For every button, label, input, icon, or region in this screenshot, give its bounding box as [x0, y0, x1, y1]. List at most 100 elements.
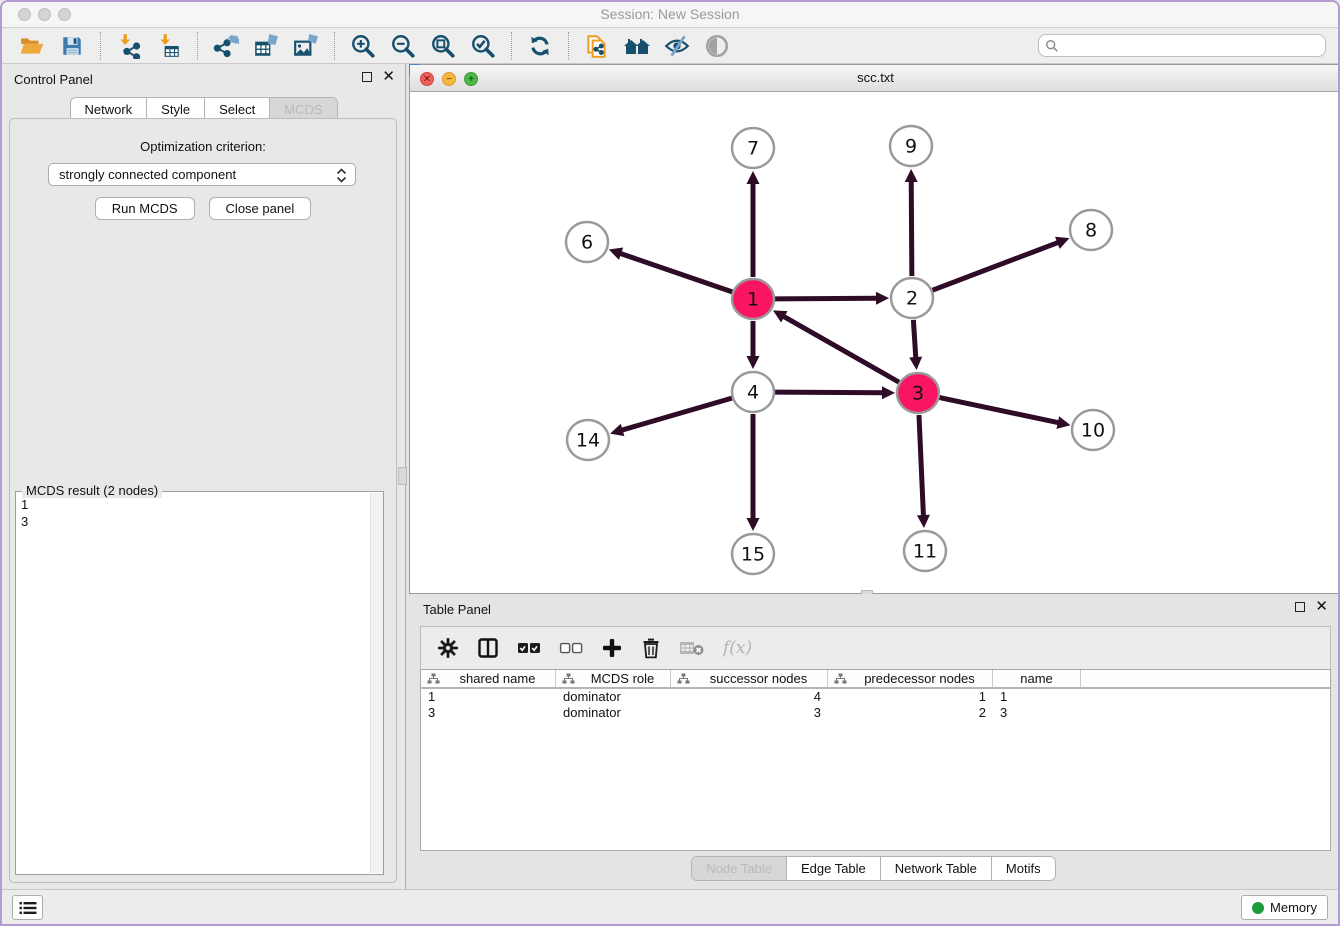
table-cell[interactable]: 2 — [828, 705, 993, 721]
export-network-icon[interactable] — [206, 31, 246, 61]
edge-4-14[interactable] — [621, 398, 732, 430]
select-stepper-icon — [336, 168, 347, 183]
edge-arrowhead — [1056, 416, 1070, 429]
zoom-in-icon[interactable] — [343, 31, 383, 61]
edge-1-2[interactable] — [775, 298, 878, 299]
import-network-icon[interactable] — [109, 31, 149, 61]
close-table-panel-icon[interactable]: ✕ — [1315, 602, 1328, 612]
column-header-name[interactable]: name — [993, 670, 1081, 687]
export-image-icon[interactable] — [286, 31, 326, 61]
mcds-result-text[interactable]: 1 3 — [16, 494, 369, 874]
graph-node-label: 6 — [581, 232, 593, 254]
control-panel: Control Panel ✕ Network Style Select MCD… — [2, 64, 405, 889]
tab-network-table[interactable]: Network Table — [881, 857, 992, 880]
select-all-columns-icon[interactable] — [517, 641, 541, 655]
float-panel-icon[interactable] — [362, 72, 372, 82]
graph-node-label: 11 — [913, 541, 937, 563]
table-cell[interactable]: 3 — [671, 705, 828, 721]
graph-node-label: 8 — [1085, 220, 1097, 242]
edge-arrowhead — [882, 386, 895, 399]
toolbar-separator — [197, 32, 198, 60]
show-hide-panels-icon[interactable] — [657, 31, 697, 61]
table-cell[interactable]: 1 — [421, 689, 556, 705]
table-panel: Table Panel ✕ — [409, 594, 1338, 889]
table-settings-gear-icon[interactable] — [437, 637, 459, 659]
optimization-criterion-select[interactable]: strongly connected component — [48, 163, 356, 186]
edge-arrowhead — [747, 518, 760, 531]
tab-motifs[interactable]: Motifs — [992, 857, 1055, 880]
edge-3-11[interactable] — [919, 415, 924, 517]
table-cell[interactable]: 3 — [421, 705, 556, 721]
table-cell[interactable]: dominator — [556, 705, 671, 721]
table-cell[interactable]: dominator — [556, 689, 671, 705]
column-header-MCDS-role[interactable]: MCDS role — [556, 670, 671, 687]
main-toolbar — [2, 29, 1338, 64]
column-header-predecessor-nodes[interactable]: predecessor nodes — [828, 670, 993, 687]
run-mcds-button[interactable]: Run MCDS — [95, 197, 195, 220]
table-header-row: shared nameMCDS rolesuccessor nodesprede… — [421, 670, 1330, 689]
result-scrollbar[interactable] — [370, 493, 383, 873]
create-column-icon[interactable] — [601, 637, 623, 659]
result-line: 3 — [21, 513, 364, 530]
edge-4-3[interactable] — [775, 392, 884, 393]
tab-edge-table[interactable]: Edge Table — [787, 857, 881, 880]
edge-2-9[interactable] — [911, 180, 912, 276]
mcds-result-box: MCDS result (2 nodes) 1 3 — [15, 491, 384, 875]
zoom-out-icon[interactable] — [383, 31, 423, 61]
column-header-successor-nodes[interactable]: successor nodes — [671, 670, 828, 687]
network-frame-title: scc.txt — [410, 70, 1340, 85]
graph-node-label: 2 — [906, 288, 918, 310]
node-table[interactable]: shared nameMCDS rolesuccessor nodesprede… — [420, 669, 1331, 851]
graph-node-label: 9 — [905, 136, 917, 158]
result-line: 1 — [21, 496, 364, 513]
open-session-icon[interactable] — [12, 31, 52, 61]
table-row[interactable]: 1dominator411 — [421, 689, 1330, 705]
table-cell[interactable]: 3 — [993, 705, 1081, 721]
close-panel-button[interactable]: Close panel — [209, 197, 312, 220]
apply-layout-icon[interactable] — [520, 31, 560, 61]
show-columns-icon[interactable] — [477, 637, 499, 659]
zoom-selected-icon[interactable] — [463, 31, 503, 61]
table-body: 1dominator4113dominator323 — [421, 689, 1330, 721]
task-history-button[interactable] — [12, 895, 43, 920]
search-input[interactable] — [1038, 34, 1326, 57]
panel-divider-grip[interactable] — [398, 467, 407, 485]
table-tabs: Node Table Edge Table Network Table Moti… — [691, 856, 1055, 881]
edge-arrowhead — [610, 424, 624, 436]
network-canvas[interactable]: 7968124314101511 — [410, 92, 1340, 593]
table-row[interactable]: 3dominator323 — [421, 705, 1330, 721]
edge-2-3[interactable] — [913, 320, 915, 359]
edge-3-10[interactable] — [940, 398, 1060, 423]
network-frame-titlebar[interactable]: ✕ − + scc.txt — [410, 65, 1340, 92]
edge-2-8[interactable] — [933, 242, 1060, 290]
delete-column-trash-icon[interactable] — [641, 637, 661, 659]
memory-button[interactable]: Memory — [1241, 895, 1328, 920]
edge-arrowhead — [747, 171, 760, 184]
export-table-icon[interactable] — [246, 31, 286, 61]
table-cell[interactable]: 1 — [993, 689, 1081, 705]
table-toolbar: f(x) — [420, 626, 1331, 669]
edge-3-1[interactable] — [783, 316, 899, 382]
column-header-shared-name[interactable]: shared name — [421, 670, 556, 687]
edge-arrowhead — [747, 356, 760, 369]
tab-node-table[interactable]: Node Table — [692, 857, 787, 880]
window-title: Session: New Session — [2, 6, 1338, 22]
preview-eye-icon[interactable] — [697, 31, 737, 61]
status-bar: Memory — [2, 889, 1338, 924]
clone-network-icon[interactable] — [577, 31, 617, 61]
delete-table-icon — [679, 639, 705, 657]
deselect-all-columns-icon[interactable] — [559, 641, 583, 655]
graph-node-label: 10 — [1081, 420, 1105, 442]
table-cell[interactable]: 4 — [671, 689, 828, 705]
table-cell[interactable]: 1 — [828, 689, 993, 705]
float-table-panel-icon[interactable] — [1295, 602, 1305, 612]
edge-1-6[interactable] — [619, 253, 732, 292]
home-icon[interactable] — [617, 31, 657, 61]
network-graph[interactable]: 7968124314101511 — [410, 92, 1340, 593]
zoom-fit-icon[interactable] — [423, 31, 463, 61]
workspace: Control Panel ✕ Network Style Select MCD… — [2, 64, 1338, 889]
function-builder-icon: f(x) — [723, 638, 752, 658]
import-table-icon[interactable] — [149, 31, 189, 61]
close-panel-icon[interactable]: ✕ — [382, 72, 395, 82]
save-session-icon[interactable] — [52, 31, 92, 61]
